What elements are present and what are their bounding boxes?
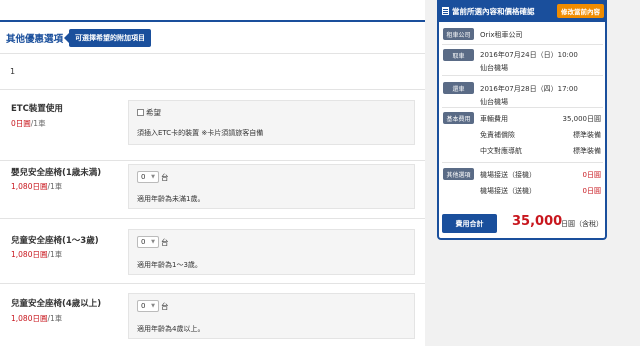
- other-item-name: 機場接送（送機）: [480, 187, 536, 195]
- pickup-row: 取車 2016年07月24日（日）10:00 仙台機場: [442, 45, 603, 76]
- select-unit: 台: [161, 172, 169, 182]
- option-note: 適用年齡為1〜3歲。: [137, 261, 202, 269]
- etc-checkbox-label: 希望: [146, 108, 161, 117]
- pickup-place: 仙台機場: [480, 64, 508, 72]
- quantity-row: 0 ▼ 台: [137, 171, 169, 183]
- select-value: 0: [141, 238, 146, 246]
- option-title: ETC裝置使用: [11, 104, 63, 114]
- chevron-down-icon: ▼: [151, 303, 155, 309]
- select-value: 0: [141, 302, 146, 310]
- price-value: 1,080日圓: [11, 314, 48, 323]
- option-note: 適用年齡為未滿1歲。: [137, 195, 205, 203]
- chevron-down-icon: ▼: [151, 174, 155, 180]
- price-unit: /1車: [47, 314, 63, 323]
- return-row: 還車 2016年07月28日（四）17:00 仙台機場: [442, 76, 603, 108]
- summary-panel: 當前所選內容和價格確認 修改當前內容 租車公司 Orix租車公司 取車 2016…: [437, 0, 607, 240]
- basic-fee-row: 基本費用 車輛費用 35,000日圓 免責補償險 標準裝備 中文對應導航 標準裝…: [442, 108, 603, 163]
- other-options-row: 其他選項 機場接送（接機） 0日圓 機場接送（送機） 0日圓: [442, 163, 603, 203]
- option-price: 1,080日圓/1車: [11, 181, 62, 192]
- top-strip: [0, 0, 425, 22]
- pickup-label: 取車: [443, 49, 474, 61]
- option-title: 兒童安全座椅(1〜3歲): [11, 236, 99, 246]
- option-price: 0日圓/1車: [11, 118, 46, 129]
- section-header: 其他優惠選項 可選擇希望的附加項目: [0, 22, 425, 54]
- return-place: 仙台機場: [480, 98, 508, 106]
- summary-header: 當前所選內容和價格確認 修改當前內容: [437, 0, 607, 22]
- basic-item-value: 標準裝備: [573, 131, 601, 139]
- section-tag: 可選擇希望的附加項目: [69, 28, 152, 47]
- count-row: 1: [0, 54, 425, 90]
- total-unit: 日圓（含稅）: [561, 220, 603, 228]
- quantity-select[interactable]: 0 ▼: [137, 236, 159, 248]
- other-item-value: 0日圓: [582, 187, 601, 195]
- basic-item-value: 標準裝備: [573, 147, 601, 155]
- pickup-date: 2016年07月24日（日）10:00: [480, 51, 578, 59]
- return-label: 還車: [443, 82, 474, 94]
- basic-item-name: 免責補償險: [480, 131, 515, 139]
- quantity-row: 0 ▼ 台: [137, 236, 169, 248]
- total-label: 費用合計: [442, 214, 497, 233]
- option-price: 1,080日圓/1車: [11, 313, 62, 324]
- price-value: 0日圓: [11, 119, 31, 128]
- summary-title: 當前所選內容和價格確認: [452, 6, 535, 16]
- rental-company-value: Orix租車公司: [480, 31, 523, 39]
- price-unit: /1車: [47, 250, 63, 259]
- quantity-select[interactable]: 0 ▼: [137, 300, 159, 312]
- option-note: 須插入ETC卡的裝置 ※卡片須請旅客自備: [137, 129, 264, 137]
- quantity-select[interactable]: 0 ▼: [137, 171, 159, 183]
- option-box: 希望 須插入ETC卡的裝置 ※卡片須請旅客自備: [128, 100, 415, 145]
- option-infant-seat: 嬰兒安全座椅(1歳未満) 1,080日圓/1車 0 ▼ 台 適用年齡為未滿1歲。: [0, 155, 425, 219]
- other-options-label: 其他選項: [443, 168, 474, 180]
- option-title: 嬰兒安全座椅(1歳未満): [11, 168, 102, 178]
- quantity-row: 0 ▼ 台: [137, 300, 169, 312]
- option-price: 1,080日圓/1車: [11, 249, 62, 260]
- rental-company-row: 租車公司 Orix租車公司: [442, 25, 603, 45]
- option-note: 適用年齡為4歲以上。: [137, 325, 205, 333]
- basic-item-name: 車輛費用: [480, 115, 508, 123]
- basic-item-name: 中文對應導航: [480, 147, 522, 155]
- select-unit: 台: [161, 237, 169, 247]
- basic-item-value: 35,000日圓: [562, 115, 602, 123]
- edit-selection-button[interactable]: 修改當前內容: [557, 4, 604, 18]
- chevron-down-icon: ▼: [151, 239, 155, 245]
- rental-company-label: 租車公司: [443, 28, 474, 40]
- total-amount: 35,000: [512, 214, 563, 229]
- other-item-value: 0日圓: [582, 171, 601, 179]
- option-child-seat-1-3: 兒童安全座椅(1〜3歲) 1,080日圓/1車 0 ▼ 台 適用年齡為1〜3歲。: [0, 219, 425, 284]
- etc-checkbox-row[interactable]: 希望: [137, 107, 161, 118]
- document-icon: [442, 7, 449, 15]
- price-unit: /1車: [30, 119, 46, 128]
- other-item-name: 機場接送（接機）: [480, 171, 536, 179]
- basic-fee-label: 基本費用: [443, 112, 474, 124]
- price-value: 1,080日圓: [11, 182, 48, 191]
- select-unit: 台: [161, 301, 169, 311]
- total-row: 費用合計 35,000 日圓（含稅）: [442, 212, 603, 234]
- option-etc: ETC裝置使用 0日圓/1車 希望 須插入ETC卡的裝置 ※卡片須請旅客自備: [0, 92, 425, 161]
- option-box: 0 ▼ 台 適用年齡為1〜3歲。: [128, 229, 415, 275]
- option-title: 兒童安全座椅(4歲以上): [11, 299, 102, 309]
- option-box: 0 ▼ 台 適用年齡為4歲以上。: [128, 293, 415, 339]
- count-value: 1: [10, 67, 16, 76]
- etc-checkbox[interactable]: [137, 109, 144, 116]
- option-child-seat-4-plus: 兒童安全座椅(4歲以上) 1,080日圓/1車 0 ▼ 台 適用年齡為4歲以上。: [0, 284, 425, 346]
- price-value: 1,080日圓: [11, 250, 48, 259]
- select-value: 0: [141, 173, 146, 181]
- return-date: 2016年07月28日（四）17:00: [480, 85, 578, 93]
- section-title: 其他優惠選項: [6, 33, 64, 45]
- options-panel: 其他優惠選項 可選擇希望的附加項目 1 ETC裝置使用 0日圓/1車 希望 須插…: [0, 0, 425, 346]
- price-unit: /1車: [47, 182, 63, 191]
- summary-body: 租車公司 Orix租車公司 取車 2016年07月24日（日）10:00 仙台機…: [442, 25, 603, 203]
- option-box: 0 ▼ 台 適用年齡為未滿1歲。: [128, 164, 415, 209]
